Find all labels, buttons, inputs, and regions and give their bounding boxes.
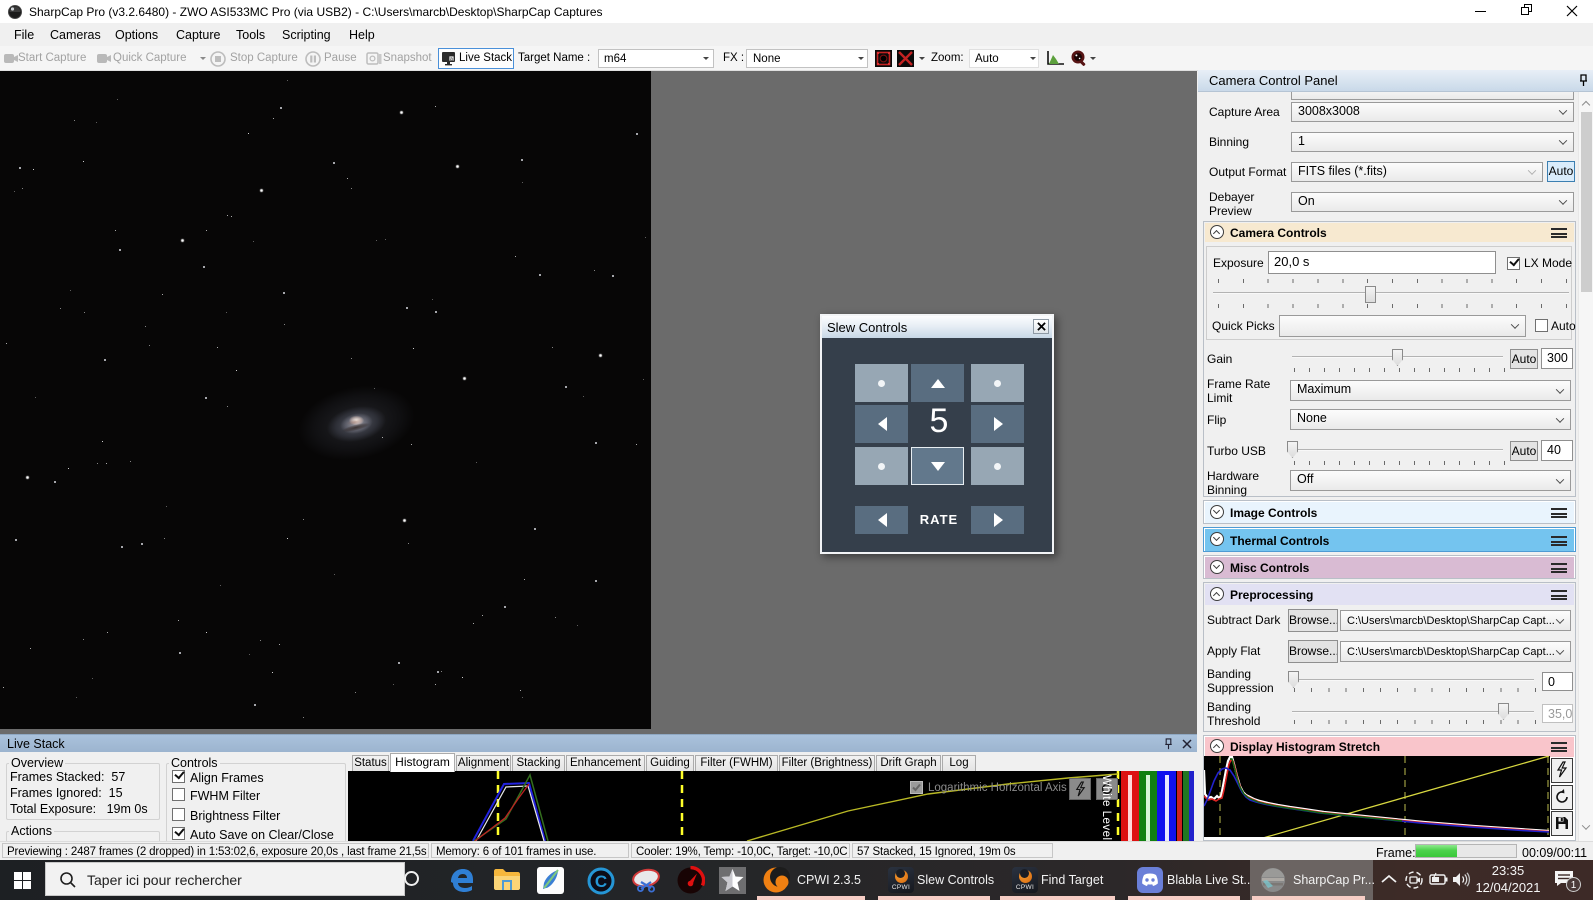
- svg-text:a: a: [450, 56, 453, 62]
- svg-text:C: C: [595, 872, 607, 891]
